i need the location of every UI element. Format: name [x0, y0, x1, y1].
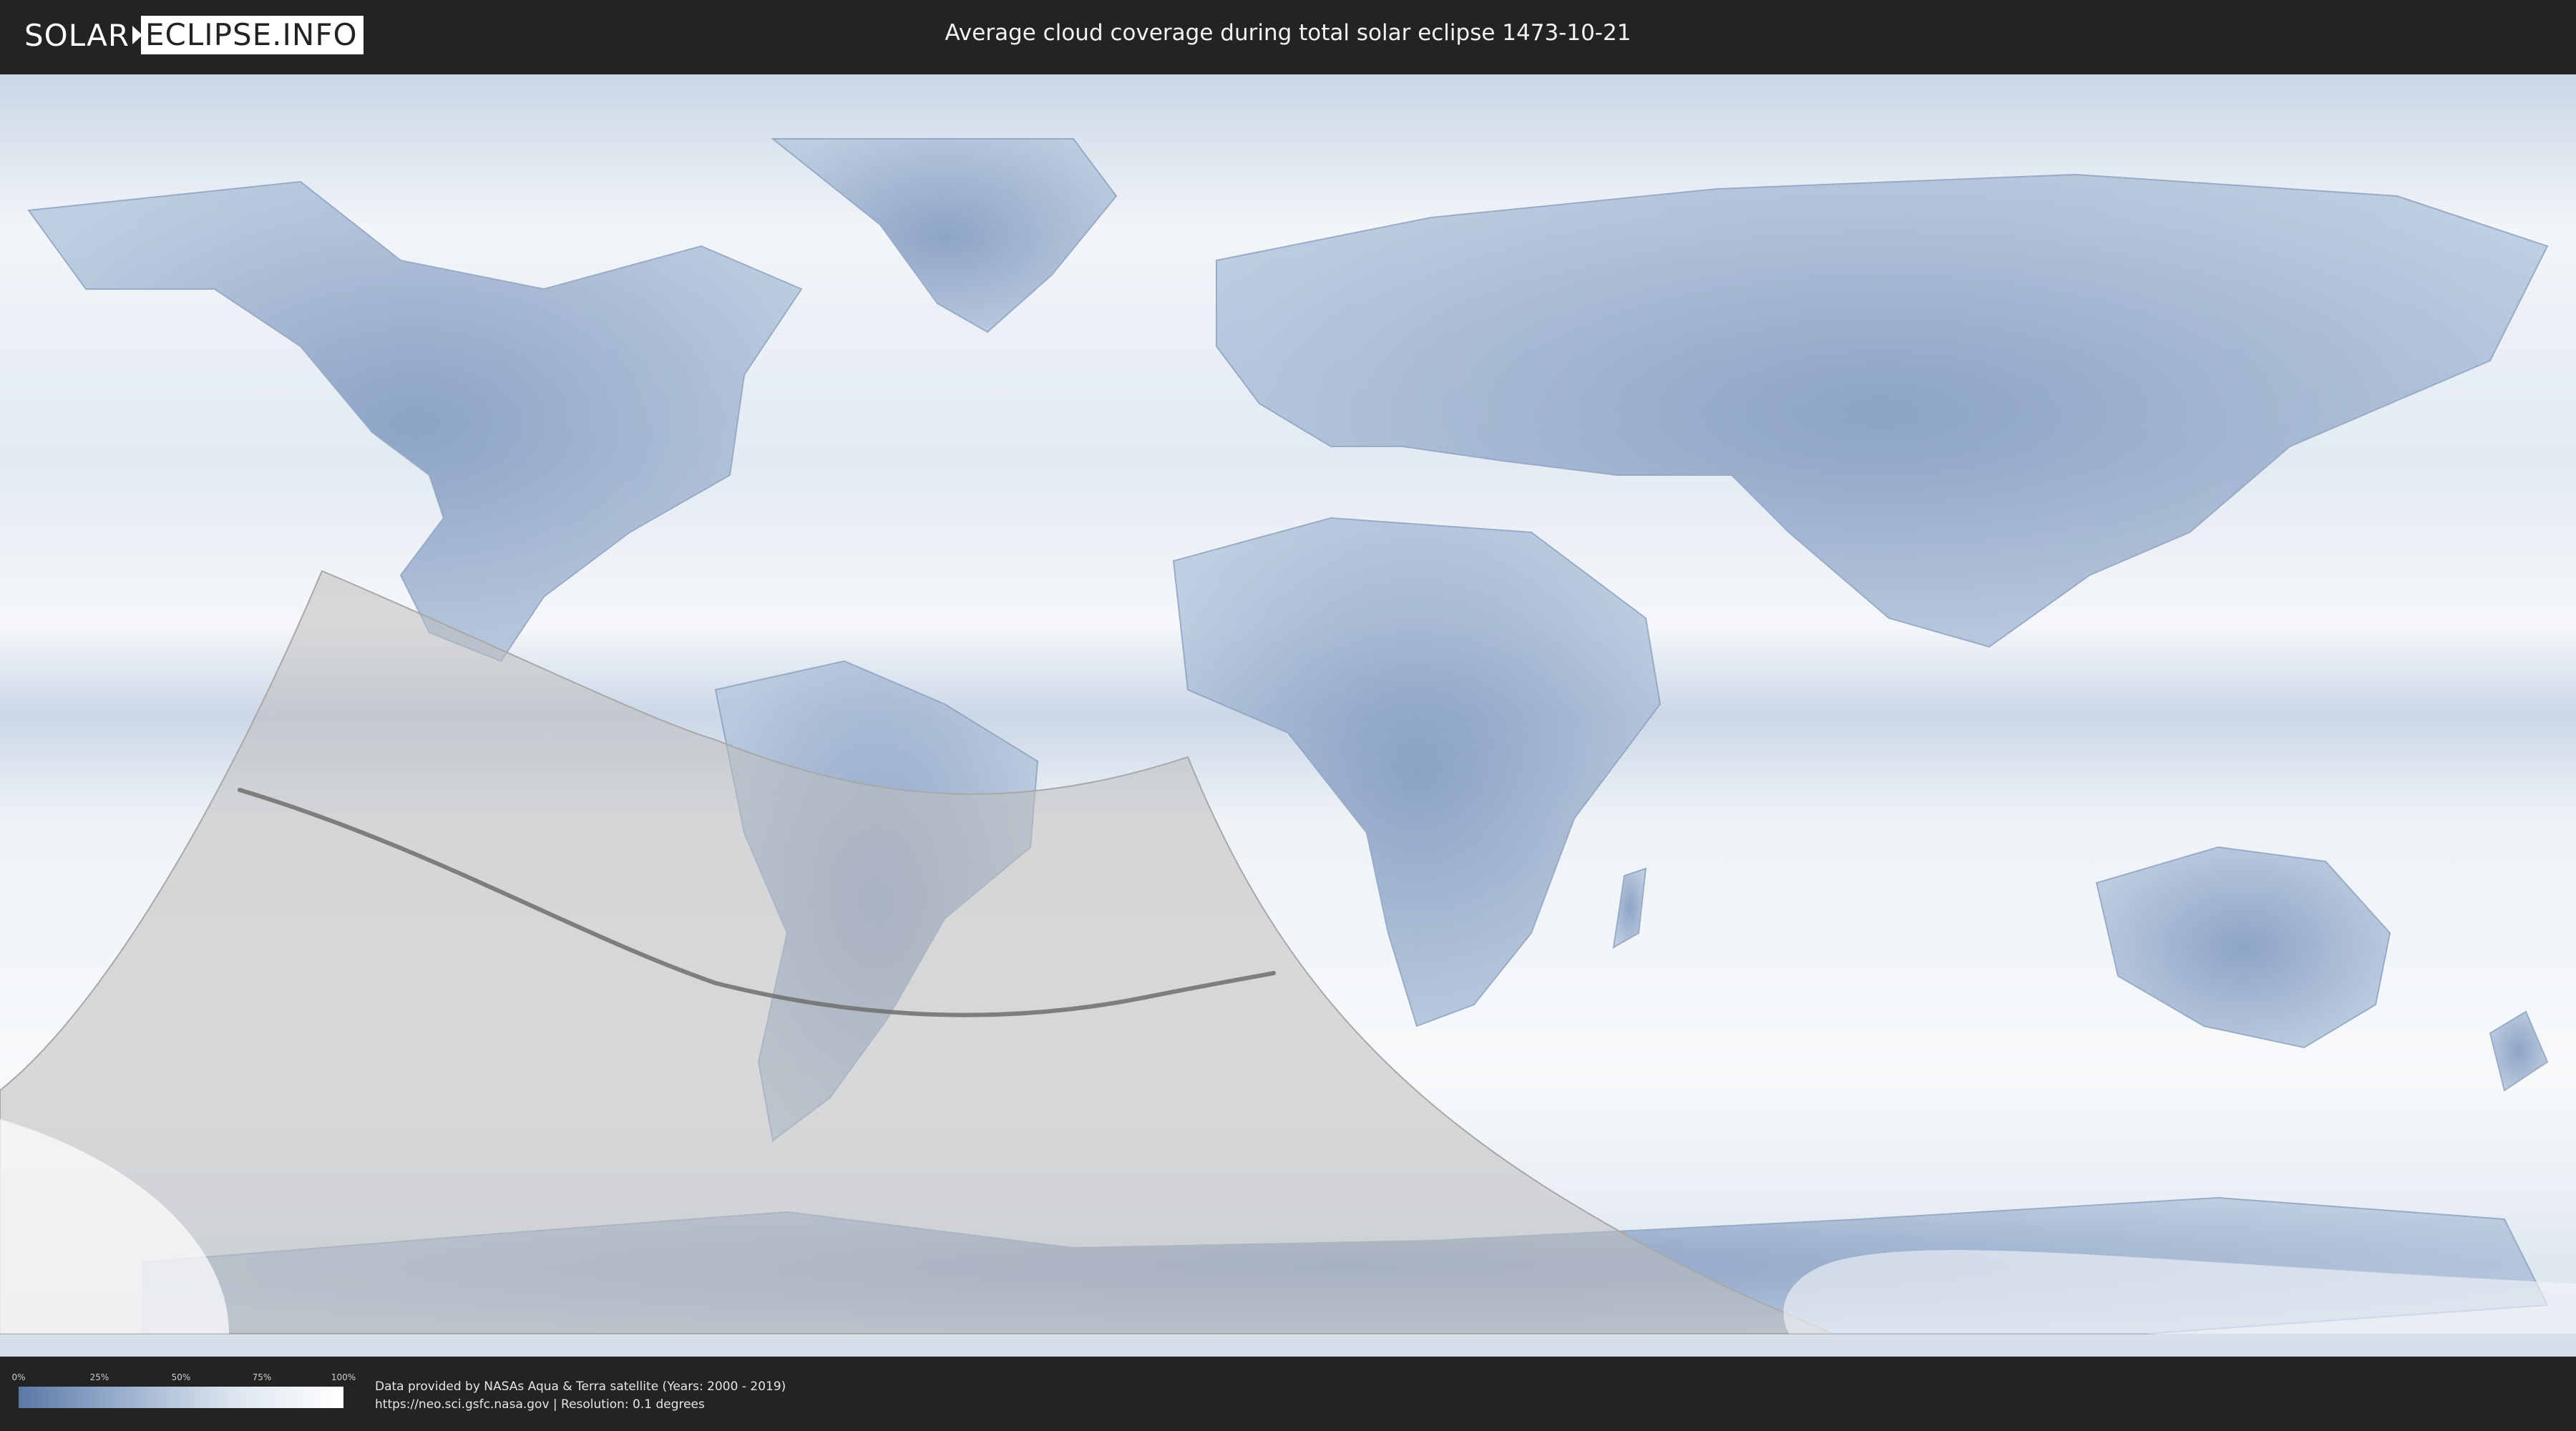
legend-tick-100: 100%: [331, 1372, 356, 1382]
cloud-coverage-map[interactable]: [0, 74, 2576, 1357]
legend-tick-0: 0%: [11, 1372, 26, 1382]
legend-tick-75: 75%: [252, 1372, 272, 1382]
footer-bar: 0% 25% 50% 75% 100% Data provided by NAS…: [0, 1357, 2576, 1431]
attribution-line-url[interactable]: https://neo.sci.gsfc.nasa.gov | Resoluti…: [375, 1396, 786, 1414]
attribution-line-source: Data provided by NASAs Aqua & Terra sate…: [375, 1379, 786, 1394]
page-title: Average cloud coverage during total sola…: [945, 20, 1631, 46]
app-root: SOLAR ECLIPSE.INFO Average cloud coverag…: [0, 0, 2576, 1431]
legend-tick-25: 25%: [89, 1372, 109, 1382]
legend-tick-50: 50%: [171, 1372, 191, 1382]
map-canvas: [0, 74, 2576, 1357]
data-attribution: Data provided by NASAs Aqua & Terra sate…: [375, 1378, 786, 1414]
legend-color-bar: [19, 1387, 343, 1408]
header-bar: SOLAR ECLIPSE.INFO Average cloud coverag…: [0, 0, 2576, 72]
legend-ticks: 0% 25% 50% 75% 100%: [11, 1372, 356, 1384]
cloud-legend: 0% 25% 50% 75% 100%: [11, 1372, 356, 1408]
